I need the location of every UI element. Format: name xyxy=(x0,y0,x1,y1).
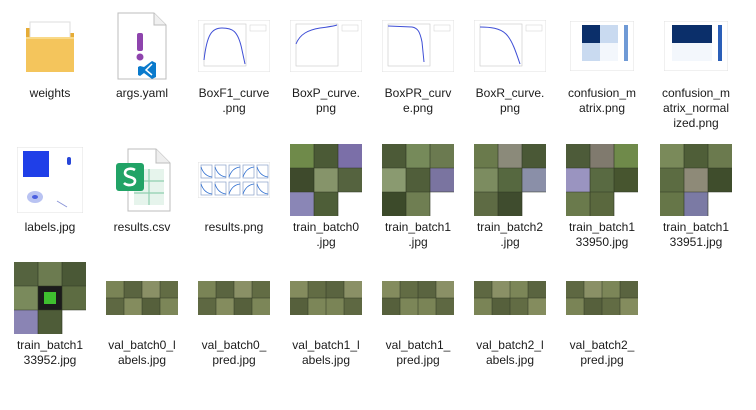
file-labels-jpg[interactable]: labels.jpg xyxy=(4,138,96,256)
file-label: weights xyxy=(29,86,71,100)
yaml-file-icon xyxy=(104,8,180,84)
file-train-batch2-jpg[interactable]: train_batch2 .jpg xyxy=(464,138,556,256)
file-label: BoxP_curve. png xyxy=(291,86,361,115)
image-grid-thumbnail xyxy=(380,142,456,218)
file-label: args.yaml xyxy=(115,86,168,100)
file-label: confusion_m atrix.png xyxy=(567,86,637,115)
image-strip-thumbnail xyxy=(288,260,364,336)
file-label: BoxR_curve. png xyxy=(475,86,545,115)
image-grid-thumbnail xyxy=(12,260,88,336)
file-label: results.csv xyxy=(113,220,171,234)
file-label: val_batch0_ pred.jpg xyxy=(201,338,267,367)
file-train-batch0-jpg[interactable]: train_batch0 .jpg xyxy=(280,138,372,256)
image-strip-thumbnail xyxy=(472,260,548,336)
file-label: train_batch2 .jpg xyxy=(476,220,544,249)
labels-thumbnail xyxy=(12,142,88,218)
file-boxf1-curve-png[interactable]: BoxF1_curve .png xyxy=(188,4,280,122)
file-label: train_batch1 33950.jpg xyxy=(568,220,636,249)
file-results-png[interactable]: results.png xyxy=(188,138,280,256)
p-curve-thumbnail xyxy=(288,8,364,84)
file-confusion-matrix-png[interactable]: confusion_m atrix.png xyxy=(556,4,648,122)
file-label: val_batch1_ pred.jpg xyxy=(385,338,451,367)
file-label: train_batch1 .jpg xyxy=(384,220,452,249)
pr-curve-thumbnail xyxy=(380,8,456,84)
file-val-batch0-pred-jpg[interactable]: val_batch0_ pred.jpg xyxy=(188,256,280,374)
results-plots-thumbnail xyxy=(196,142,272,218)
image-strip-thumbnail xyxy=(196,260,272,336)
image-grid-thumbnail xyxy=(472,142,548,218)
file-weights[interactable]: weights xyxy=(4,4,96,122)
file-label: train_batch0 .jpg xyxy=(292,220,360,249)
file-explorer-view: weights args.yaml BoxF1_curve .png BoxP_… xyxy=(0,0,756,410)
file-val-batch1-pred-jpg[interactable]: val_batch1_ pred.jpg xyxy=(372,256,464,374)
file-train-batch133952-jpg[interactable]: train_batch1 33952.jpg xyxy=(4,256,96,374)
file-boxpr-curve-png[interactable]: BoxPR_curv e.png xyxy=(372,4,464,122)
file-label: train_batch1 33952.jpg xyxy=(16,338,84,367)
file-label: BoxPR_curv e.png xyxy=(384,86,452,115)
file-label: val_batch1_l abels.jpg xyxy=(292,338,360,367)
file-val-batch1-labels-jpg[interactable]: val_batch1_l abels.jpg xyxy=(280,256,372,374)
image-grid-thumbnail xyxy=(288,142,364,218)
file-train-batch1-jpg[interactable]: train_batch1 .jpg xyxy=(372,138,464,256)
file-label: BoxF1_curve .png xyxy=(198,86,270,115)
file-train-batch133951-jpg[interactable]: train_batch1 33951.jpg xyxy=(650,138,742,256)
file-boxp-curve-png[interactable]: BoxP_curve. png xyxy=(280,4,372,122)
image-grid-thumbnail xyxy=(564,142,640,218)
f1-curve-thumbnail xyxy=(196,8,272,84)
file-args-yaml[interactable]: args.yaml xyxy=(96,4,188,122)
file-results-csv[interactable]: results.csv xyxy=(96,138,188,256)
file-label: val_batch2_l abels.jpg xyxy=(476,338,544,367)
confusion-matrix-thumbnail xyxy=(564,8,640,84)
file-label: val_batch0_l abels.jpg xyxy=(108,338,176,367)
image-strip-thumbnail xyxy=(380,260,456,336)
confusion-matrix-normalized-thumbnail xyxy=(658,8,734,84)
file-boxr-curve-png[interactable]: BoxR_curve. png xyxy=(464,4,556,122)
file-label: train_batch1 33951.jpg xyxy=(662,220,730,249)
file-confusion-matrix-normalized-png[interactable]: confusion_m atrix_normal ized.png xyxy=(650,4,742,130)
image-grid-thumbnail xyxy=(658,142,734,218)
image-strip-thumbnail xyxy=(564,260,640,336)
folder-icon xyxy=(12,8,88,84)
file-label: results.png xyxy=(204,220,264,234)
file-val-batch0-labels-jpg[interactable]: val_batch0_l abels.jpg xyxy=(96,256,188,374)
file-val-batch2-pred-jpg[interactable]: val_batch2_ pred.jpg xyxy=(556,256,648,374)
excel-csv-icon xyxy=(104,142,180,218)
r-curve-thumbnail xyxy=(472,8,548,84)
file-label: confusion_m atrix_normal ized.png xyxy=(661,86,731,130)
file-train-batch133950-jpg[interactable]: train_batch1 33950.jpg xyxy=(556,138,648,256)
file-label: val_batch2_ pred.jpg xyxy=(569,338,635,367)
file-val-batch2-labels-jpg[interactable]: val_batch2_l abels.jpg xyxy=(464,256,556,374)
file-label: labels.jpg xyxy=(24,220,76,234)
image-strip-thumbnail xyxy=(104,260,180,336)
